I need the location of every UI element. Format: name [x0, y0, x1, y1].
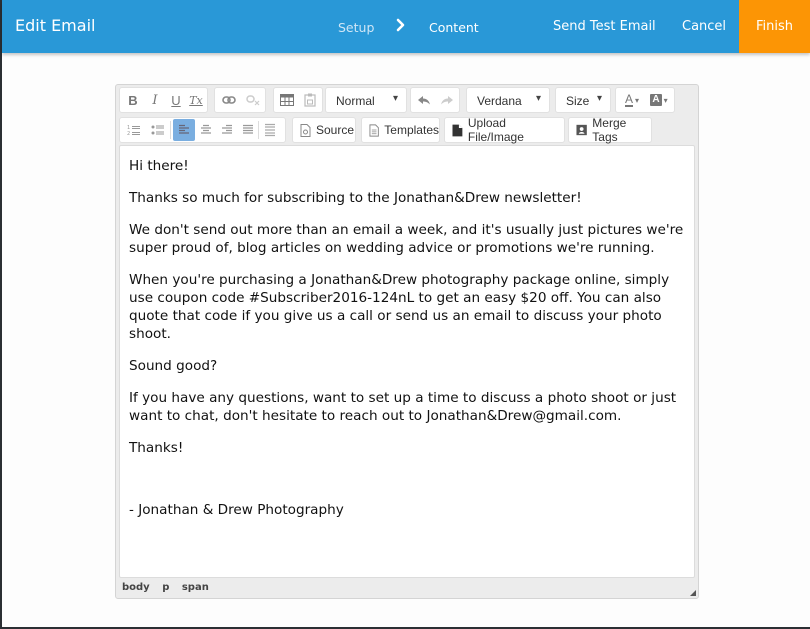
source-button[interactable]: Source	[292, 117, 356, 143]
history-group	[410, 87, 460, 113]
empty-paragraph	[129, 471, 685, 501]
element-path-body[interactable]: body	[122, 582, 150, 593]
text-color-icon: A	[624, 91, 633, 107]
templates-button[interactable]: Templates	[361, 117, 440, 143]
caret-down-icon: ▾	[535, 93, 541, 104]
content-paragraph: If you have any questions, want to set u…	[129, 390, 677, 424]
caret-down-icon: ▾	[392, 93, 398, 104]
size-select-value: Size	[566, 94, 590, 108]
upload-file-image-button[interactable]: Upload File/Image	[444, 116, 565, 144]
element-path-span[interactable]: span	[182, 582, 209, 593]
bold-icon[interactable]: B	[122, 89, 144, 111]
page-title: Edit Email	[15, 16, 96, 35]
element-path-bar: body p span	[122, 582, 218, 593]
redo-icon[interactable]	[436, 89, 458, 111]
file-icon	[452, 124, 463, 136]
upload-file-image-label: Upload File/Image	[467, 116, 524, 144]
page: Edit Email Setup Content Send Test Email…	[2, 0, 810, 627]
underline-icon[interactable]: U	[166, 89, 186, 111]
editor-content-area[interactable]: Hi there! Thanks so much for subscribing…	[119, 145, 695, 578]
content-paragraph: Hi there!	[129, 158, 189, 174]
background-color-icon: A	[650, 94, 662, 106]
merge-tags-icon	[576, 124, 587, 136]
content-paragraph: - Jonathan & Drew Photography	[129, 502, 344, 518]
rich-text-editor: B I U Tx Normal ▾ Verdana ▾ Size ▾ A ▾ A…	[115, 84, 699, 599]
step-setup[interactable]: Setup	[338, 20, 374, 35]
templates-icon	[369, 123, 379, 137]
colors-group: A ▾ A ▾	[615, 87, 675, 113]
font-select[interactable]: Verdana ▾	[466, 87, 550, 113]
source-icon	[300, 123, 311, 137]
content-paragraph: Sound good?	[129, 358, 218, 374]
paste-icon[interactable]	[299, 89, 321, 111]
unlink-icon[interactable]	[241, 89, 265, 111]
separator	[170, 121, 171, 139]
merge-tags-label: Merge Tags	[592, 116, 627, 144]
align-left-icon[interactable]	[173, 119, 195, 141]
chevron-right-icon	[396, 18, 405, 32]
element-path-p[interactable]: p	[162, 582, 169, 593]
caret-down-icon: ▾	[596, 93, 602, 104]
font-select-value: Verdana	[477, 94, 522, 108]
content-paragraph: Thanks!	[129, 440, 184, 456]
basic-styles-group: B I U Tx	[119, 87, 208, 113]
format-select[interactable]: Normal ▾	[325, 87, 407, 113]
align-justify-icon[interactable]	[237, 119, 258, 141]
undo-icon[interactable]	[412, 89, 436, 111]
link-icon[interactable]	[217, 89, 241, 111]
horizontal-rule-icon[interactable]	[259, 119, 281, 141]
paragraph-group: 12	[119, 117, 286, 143]
italic-icon[interactable]: I	[144, 89, 166, 111]
insert-group	[273, 87, 323, 113]
text-color-button[interactable]: A ▾	[618, 89, 646, 111]
format-select-value: Normal	[336, 94, 375, 108]
source-label: Source	[316, 123, 355, 137]
caret-down-icon: ▾	[663, 95, 668, 105]
background-color-button[interactable]: A ▾	[646, 89, 672, 111]
finish-button[interactable]: Finish	[739, 0, 810, 53]
align-center-icon[interactable]	[195, 119, 216, 141]
caret-down-icon: ▾	[635, 95, 640, 105]
resize-handle-icon[interactable]	[690, 590, 696, 596]
merge-tags-button[interactable]: Merge Tags	[568, 116, 652, 144]
step-content[interactable]: Content	[429, 20, 479, 35]
header-bar: Edit Email Setup Content Send Test Email…	[2, 0, 810, 53]
size-select[interactable]: Size ▾	[555, 87, 611, 113]
content-paragraph: Thanks so much for subscribing to the Jo…	[129, 190, 582, 206]
templates-label: Templates	[384, 123, 439, 137]
bulleted-list-icon[interactable]	[146, 119, 170, 141]
table-icon[interactable]	[275, 89, 299, 111]
content-paragraph: When you're purchasing a Jonathan&Drew p…	[129, 272, 670, 342]
cancel-button[interactable]: Cancel	[682, 19, 726, 34]
remove-format-icon[interactable]: Tx	[186, 89, 206, 111]
align-right-icon[interactable]	[216, 119, 237, 141]
content-paragraph: We don't send out more than an email a w…	[129, 222, 684, 256]
svg-text:2: 2	[127, 131, 130, 136]
send-test-email-button[interactable]: Send Test Email	[553, 19, 656, 34]
links-group	[214, 87, 266, 113]
numbered-list-icon[interactable]: 12	[122, 119, 146, 141]
